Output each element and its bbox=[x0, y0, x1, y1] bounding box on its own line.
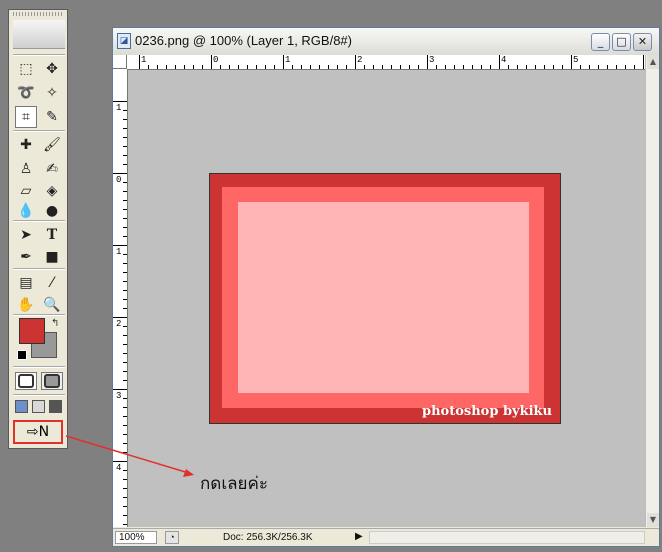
annotation-arrow bbox=[65, 435, 194, 477]
foreground-color-swatch[interactable] bbox=[19, 318, 45, 344]
annotation-caption: กดเลยค่ะ bbox=[200, 474, 269, 494]
